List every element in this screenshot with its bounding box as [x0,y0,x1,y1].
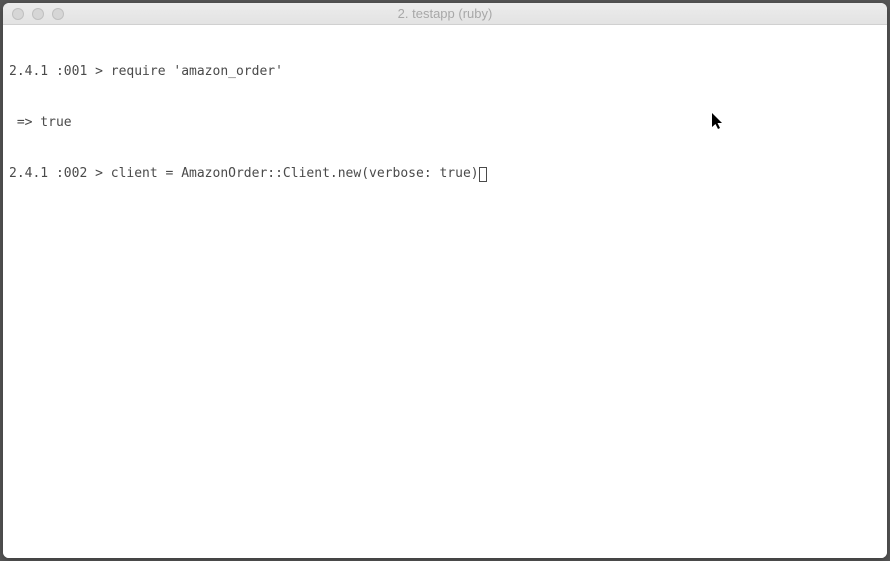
terminal-line: 2.4.1 :002 > client = AmazonOrder::Clien… [9,165,881,182]
output-text: => true [9,115,79,130]
close-button[interactable] [12,8,24,20]
command-text: require 'amazon_order' [111,64,283,79]
window-titlebar: 2. testapp (ruby) [3,3,887,25]
terminal-line: 2.4.1 :001 > require 'amazon_order' [9,63,881,80]
terminal-line: => true [9,114,881,131]
prompt: 2.4.1 :001 > [9,64,111,79]
zoom-button[interactable] [52,8,64,20]
prompt: 2.4.1 :002 > [9,166,111,181]
window-title: 2. testapp (ruby) [3,6,887,21]
command-text: client = AmazonOrder::Client.new(verbose… [111,166,479,181]
terminal-content[interactable]: 2.4.1 :001 > require 'amazon_order' => t… [3,25,887,558]
window-controls [3,8,64,20]
text-cursor [479,167,487,182]
terminal-window: 2. testapp (ruby) 2.4.1 :001 > require '… [3,3,887,558]
minimize-button[interactable] [32,8,44,20]
